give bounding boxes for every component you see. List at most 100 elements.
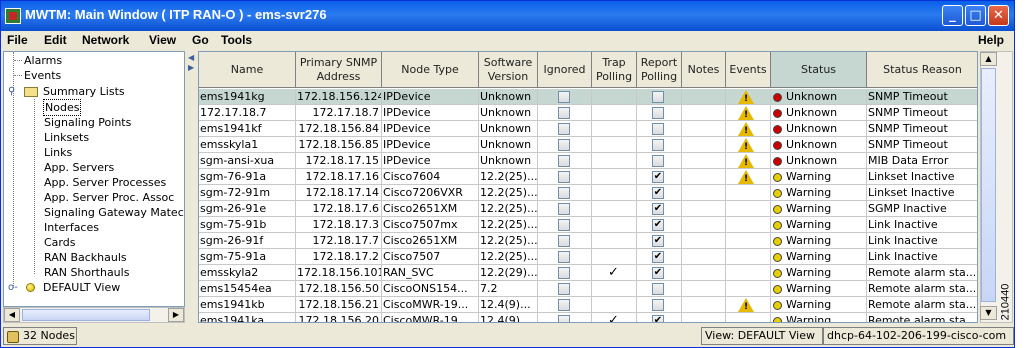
- ignored-checkbox[interactable]: [558, 235, 570, 247]
- table-row[interactable]: sgm-75-91b 172.18.17.3 Cisco7507mx 12.2(25)…: [199, 217, 977, 233]
- report-polling-checkbox[interactable]: ✔: [652, 315, 664, 322]
- ignored-checkbox[interactable]: [558, 251, 570, 263]
- scroll-thumb[interactable]: [981, 68, 996, 302]
- ignored-checkbox[interactable]: [558, 267, 570, 279]
- report-polling-checkbox[interactable]: ✔: [652, 251, 664, 263]
- menu-file[interactable]: File: [7, 33, 28, 47]
- tree-item-signaling-gateway[interactable]: Signaling Gateway Matec: [44, 205, 184, 220]
- table-row[interactable]: emsskyla1 172.18.156.85 IPDevice Unknown! Un…: [199, 137, 977, 153]
- splitter-collapse-icon[interactable]: ◀: [188, 53, 194, 62]
- ignored-checkbox[interactable]: [558, 219, 570, 231]
- tree-item-alarms[interactable]: Alarms: [24, 53, 62, 68]
- report-polling-checkbox[interactable]: ✔: [652, 203, 664, 215]
- table-row[interactable]: sgm-72-91m 172.18.17.14 Cisco7206VXR 12.2(2…: [199, 185, 977, 201]
- scroll-up-icon[interactable]: ▲: [980, 52, 997, 66]
- col-header-events[interactable]: Events: [726, 52, 771, 88]
- tree-item-linksets[interactable]: Linksets: [44, 130, 89, 145]
- table-row[interactable]: ems1941kf 172.18.156.84 IPDevice Unknown! Un…: [199, 121, 977, 137]
- tree-item-app-server-proc-assoc[interactable]: App. Server Proc. Assoc: [44, 190, 174, 205]
- table-row[interactable]: sgm-ansi-xua 172.18.17.15 IPDevice Unknown!…: [199, 153, 977, 169]
- col-header-primary-snmp-address[interactable]: Primary SNMP Address: [296, 52, 382, 88]
- tree-item-app-servers[interactable]: App. Servers: [44, 160, 114, 175]
- table-row[interactable]: sgm-26-91e 172.18.17.6 Cisco2651XM 12.2(25)…: [199, 201, 977, 217]
- table-row[interactable]: sgm-75-91a 172.18.17.2 Cisco7507 12.2(25)..…: [199, 249, 977, 265]
- report-polling-checkbox[interactable]: ✔: [652, 187, 664, 199]
- tree-item-links[interactable]: Links: [44, 145, 72, 160]
- report-polling-checkbox[interactable]: [652, 283, 664, 295]
- report-polling-checkbox[interactable]: [652, 91, 664, 103]
- tree-item-app-server-processes[interactable]: App. Server Processes: [44, 175, 166, 190]
- nodes-table[interactable]: Name Primary SNMP Address Node Type Soft…: [198, 51, 978, 323]
- splitter-expand-icon[interactable]: ▶: [188, 63, 194, 72]
- ignored-checkbox[interactable]: [558, 91, 570, 103]
- ignored-checkbox[interactable]: [558, 283, 570, 295]
- table-row[interactable]: sgm-76-91a 172.18.17.16 Cisco7604 12.2(25).…: [199, 169, 977, 185]
- navigation-tree[interactable]: Alarms Events ⚲ Summary Lists Nodes Sign…: [3, 51, 185, 307]
- tree-item-summary-lists[interactable]: Summary Lists: [43, 84, 125, 99]
- col-header-name[interactable]: Name: [199, 52, 296, 88]
- close-button[interactable]: ✕: [988, 5, 1009, 26]
- table-row[interactable]: sgm-26-91f 172.18.17.7 Cisco2651XM 12.2(25)…: [199, 233, 977, 249]
- report-polling-checkbox[interactable]: ✔: [652, 267, 664, 279]
- ignored-checkbox[interactable]: [558, 171, 570, 183]
- tree-item-nodes[interactable]: Nodes: [42, 99, 82, 116]
- ignored-checkbox[interactable]: [558, 203, 570, 215]
- col-header-status-reason[interactable]: Status Reason: [867, 52, 977, 88]
- menu-tools[interactable]: Tools: [221, 33, 252, 47]
- ignored-checkbox[interactable]: [558, 187, 570, 199]
- ignored-checkbox[interactable]: [558, 107, 570, 119]
- report-polling-checkbox[interactable]: ✔: [652, 219, 664, 231]
- table-row[interactable]: ems1941kb 172.18.156.21 CiscoMWR-19... 12.4…: [199, 297, 977, 313]
- col-header-report-polling[interactable]: Report Polling: [637, 52, 682, 88]
- report-polling-checkbox[interactable]: [652, 123, 664, 135]
- report-polling-checkbox[interactable]: [652, 155, 664, 167]
- warning-triangle-icon[interactable]: !: [738, 138, 754, 152]
- tree-item-interfaces[interactable]: Interfaces: [44, 220, 99, 235]
- table-row[interactable]: 172.17.18.7 172.17.18.7 IPDevice Unknown! Un…: [199, 105, 977, 121]
- scroll-down-icon[interactable]: ▼: [980, 306, 997, 320]
- pane-splitter[interactable]: ◀ ▶: [185, 51, 197, 323]
- warning-triangle-icon[interactable]: !: [738, 170, 754, 184]
- table-row[interactable]: ems15454ea 172.18.156.50 CiscoONS154... 7.2…: [199, 281, 977, 297]
- ignored-checkbox[interactable]: [558, 315, 570, 322]
- col-header-ignored[interactable]: Ignored: [538, 52, 592, 88]
- col-header-node-type[interactable]: Node Type: [382, 52, 479, 88]
- ignored-checkbox[interactable]: [558, 123, 570, 135]
- scroll-right-icon[interactable]: ▶: [168, 308, 184, 322]
- ignored-checkbox[interactable]: [558, 139, 570, 151]
- table-row[interactable]: ems1941kg 172.18.156.124 IPDevice Unknown! U…: [199, 89, 977, 105]
- expand-toggle-icon[interactable]: ⚲: [8, 84, 22, 99]
- warning-triangle-icon[interactable]: !: [738, 90, 754, 104]
- tree-item-ran-shorthauls[interactable]: RAN Shorthauls: [44, 265, 129, 280]
- report-polling-checkbox[interactable]: [652, 139, 664, 151]
- menu-view[interactable]: View: [149, 33, 176, 47]
- tree-item-ran-backhauls[interactable]: RAN Backhauls: [44, 250, 127, 265]
- table-row[interactable]: emsskyla2 172.18.156.101 RAN_SVC 12.2(29)..…: [199, 265, 977, 281]
- warning-triangle-icon[interactable]: !: [738, 154, 754, 168]
- scroll-thumb[interactable]: [22, 309, 150, 321]
- menu-help[interactable]: Help: [978, 33, 1004, 47]
- menu-edit[interactable]: Edit: [44, 33, 67, 47]
- col-header-notes[interactable]: Notes: [682, 52, 726, 88]
- title-bar[interactable]: MWTM: Main Window ( ITP RAN-O ) - ems-sv…: [1, 1, 1014, 31]
- ignored-checkbox[interactable]: [558, 299, 570, 311]
- collapse-toggle-icon[interactable]: o-: [8, 280, 18, 295]
- tree-horizontal-scrollbar[interactable]: ◀ ▶: [3, 307, 185, 323]
- col-header-software-version[interactable]: Software Version: [479, 52, 538, 88]
- warning-triangle-icon[interactable]: !: [738, 298, 754, 312]
- tree-item-default-view[interactable]: DEFAULT View: [43, 280, 120, 295]
- tree-item-events[interactable]: Events: [24, 68, 61, 83]
- table-row[interactable]: ems1941ka 172.18.156.20 CiscoMWR-19... 12.4…: [199, 313, 977, 322]
- report-polling-checkbox[interactable]: [652, 299, 664, 311]
- scroll-left-icon[interactable]: ◀: [4, 308, 20, 322]
- report-polling-checkbox[interactable]: ✔: [652, 235, 664, 247]
- warning-triangle-icon[interactable]: !: [738, 122, 754, 136]
- menu-go[interactable]: Go: [192, 33, 209, 47]
- tree-item-signaling-points[interactable]: Signaling Points: [44, 115, 131, 130]
- warning-triangle-icon[interactable]: !: [738, 106, 754, 120]
- report-polling-checkbox[interactable]: ✔: [652, 171, 664, 183]
- maximize-button[interactable]: □: [965, 5, 986, 26]
- ignored-checkbox[interactable]: [558, 155, 570, 167]
- minimize-button[interactable]: _: [942, 5, 963, 26]
- report-polling-checkbox[interactable]: [652, 107, 664, 119]
